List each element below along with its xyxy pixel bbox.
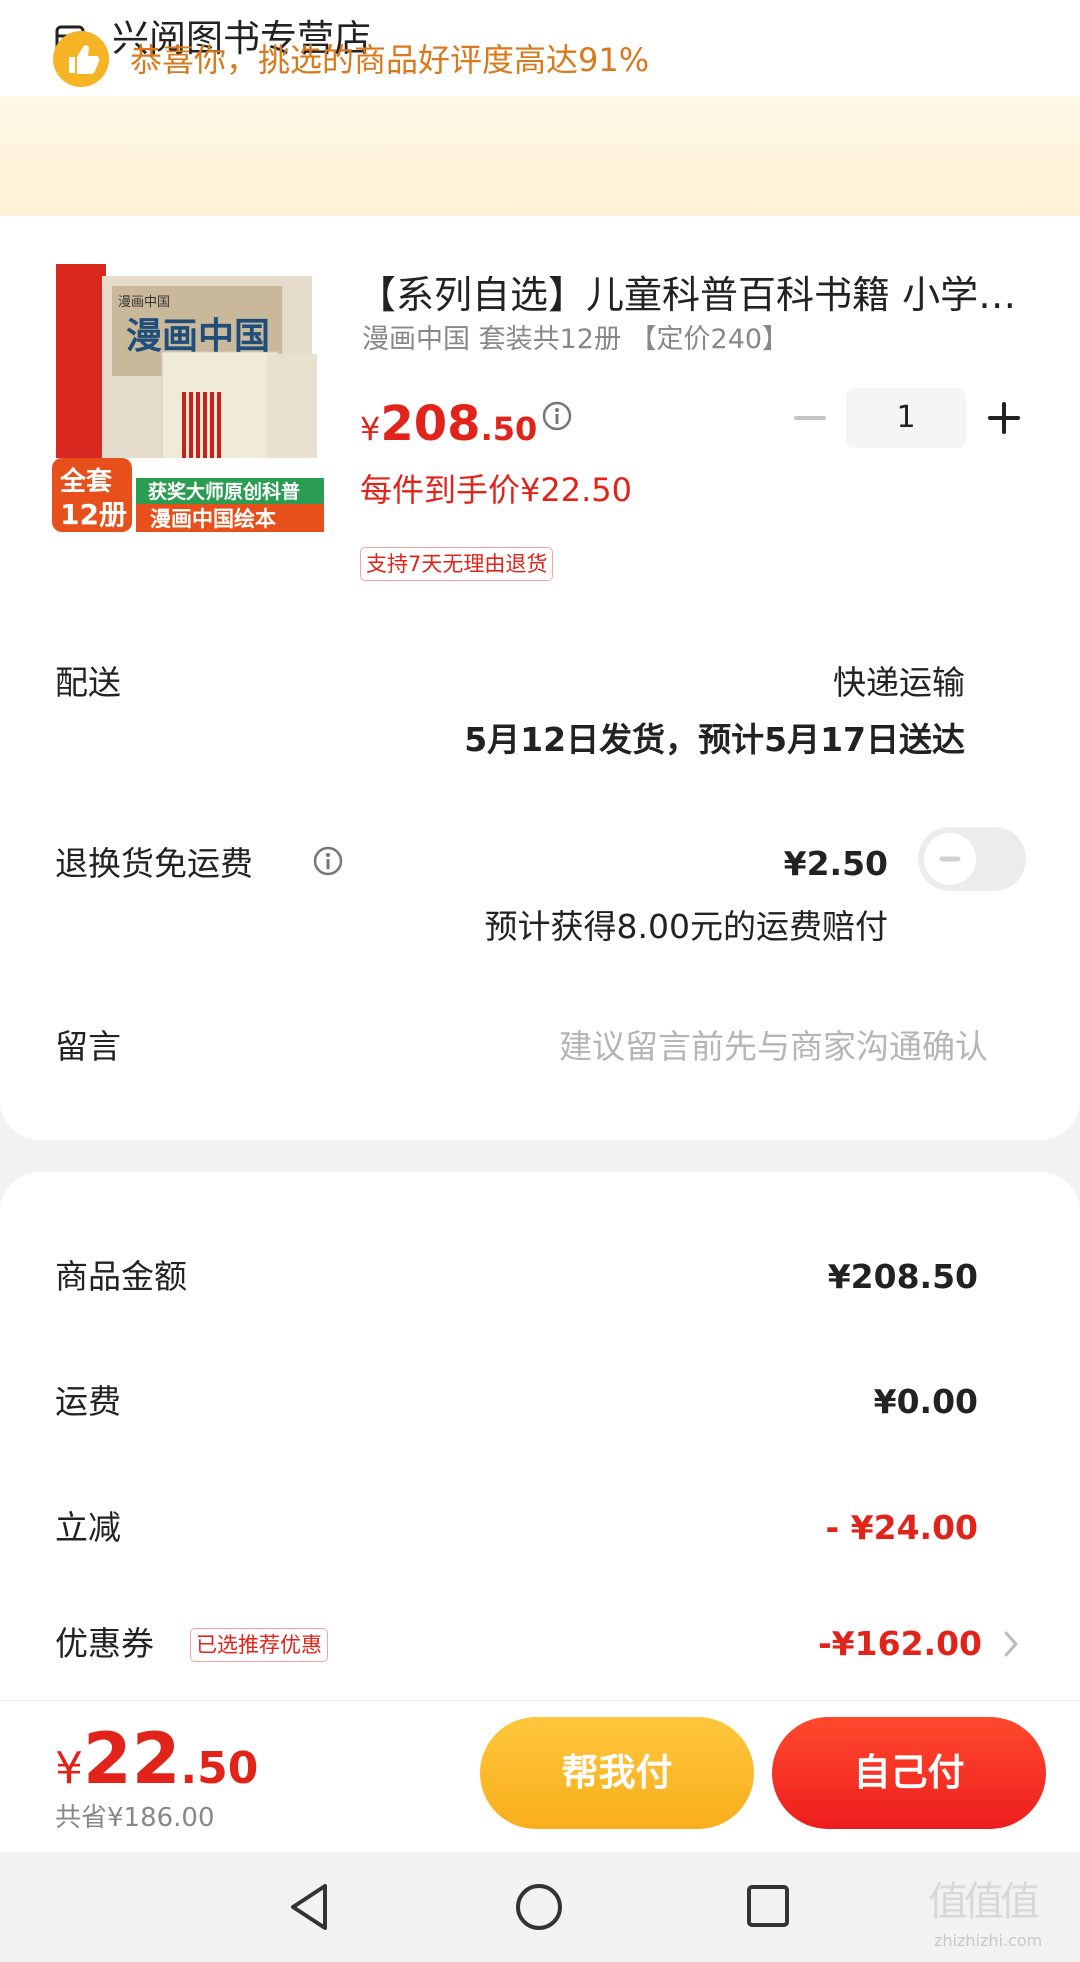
quantity-decrease-button[interactable]	[790, 408, 830, 428]
thumbnail-brand-top: 漫画中国	[118, 295, 170, 310]
freight-compensation-text: 预计获得8.00元的运费赔付	[484, 907, 888, 946]
watermark-logo: 值值值	[928, 1879, 1040, 1925]
quantity-increase-button[interactable]	[988, 402, 1020, 434]
self-pay-button[interactable]: 自己付	[772, 1717, 1046, 1829]
back-icon[interactable]	[285, 1880, 335, 1934]
coupon-value[interactable]: -¥162.00	[818, 1620, 982, 1668]
product-spec[interactable]: 漫画中国 套装共12册 【定价240】	[362, 320, 789, 360]
help-pay-button[interactable]: 帮我付	[480, 1717, 754, 1829]
thumbnail-big-title: 漫画中国	[126, 316, 270, 357]
total-price: ¥22.50	[55, 1724, 258, 1794]
product-thumbnail[interactable]: 漫画中国 漫画中国 全套 12册 获奖大师原创科普 漫画中国绘本	[52, 262, 328, 538]
rating-banner	[0, 96, 1080, 216]
discount-label: 立减	[55, 1508, 121, 1547]
rating-banner-text: 恭喜你，挑选的商品好评度高达91%	[130, 41, 650, 79]
note-input[interactable]: 建议留言前先与商家沟通确认	[428, 1023, 988, 1071]
total-currency: ¥	[55, 1743, 83, 1794]
watermark-url: zhizhizhi.com	[934, 1931, 1043, 1950]
delivery-schedule: 5月12日发货，预计5月17日送达	[464, 720, 965, 759]
thumbnail-ribbon-line2: 漫画中国绘本	[150, 507, 276, 531]
thumbnail-set-line1: 全套	[59, 466, 113, 497]
recent-apps-icon[interactable]	[746, 1884, 790, 1928]
items-amount-value: ¥208.50	[827, 1257, 978, 1296]
freight-insurance-toggle[interactable]	[918, 827, 1026, 891]
total-integer: 22	[83, 1718, 181, 1800]
coupon-label[interactable]: 优惠券	[55, 1620, 154, 1668]
price-info-icon[interactable]	[542, 401, 572, 431]
freight-insurance-price: ¥2.50	[783, 844, 888, 883]
discount-value: - ¥24.00	[825, 1508, 978, 1547]
delivery-mode[interactable]: 快递运输	[833, 659, 965, 707]
chevron-right-icon[interactable]	[1003, 1630, 1019, 1658]
note-label: 留言	[55, 1027, 121, 1066]
delivery-label: 配送	[55, 663, 121, 702]
quantity-input[interactable]: 1	[846, 388, 966, 448]
total-saved-text: 共省¥186.00	[55, 1803, 215, 1833]
freight-info-icon[interactable]	[313, 846, 343, 876]
shipping-value: ¥0.00	[873, 1382, 978, 1421]
price-integer: 208	[380, 396, 481, 452]
thumbs-up-icon	[53, 31, 109, 87]
price-currency: ¥	[360, 410, 381, 448]
home-icon[interactable]	[514, 1882, 564, 1932]
thumbnail-set-line2: 12册	[60, 498, 127, 531]
items-amount-label: 商品金额	[55, 1257, 187, 1296]
freight-insurance-label: 退换货免运费	[55, 844, 253, 883]
thumbnail-ribbon-line1: 获奖大师原创科普	[148, 480, 300, 503]
coupon-recommended-badge[interactable]: 已选推荐优惠	[190, 1628, 328, 1662]
toggle-knob	[924, 833, 976, 885]
return-policy-badge: 支持7天无理由退货	[360, 547, 554, 581]
unit-final-price: 每件到手价¥22.50	[360, 471, 632, 509]
product-title[interactable]: 【系列自选】儿童科普百科书籍 小学生漫画中国	[358, 270, 1028, 320]
price-decimal: .50	[480, 410, 538, 448]
product-price: ¥208.50	[360, 400, 537, 448]
total-decimal: .50	[180, 1743, 259, 1794]
shipping-label: 运费	[55, 1382, 121, 1421]
